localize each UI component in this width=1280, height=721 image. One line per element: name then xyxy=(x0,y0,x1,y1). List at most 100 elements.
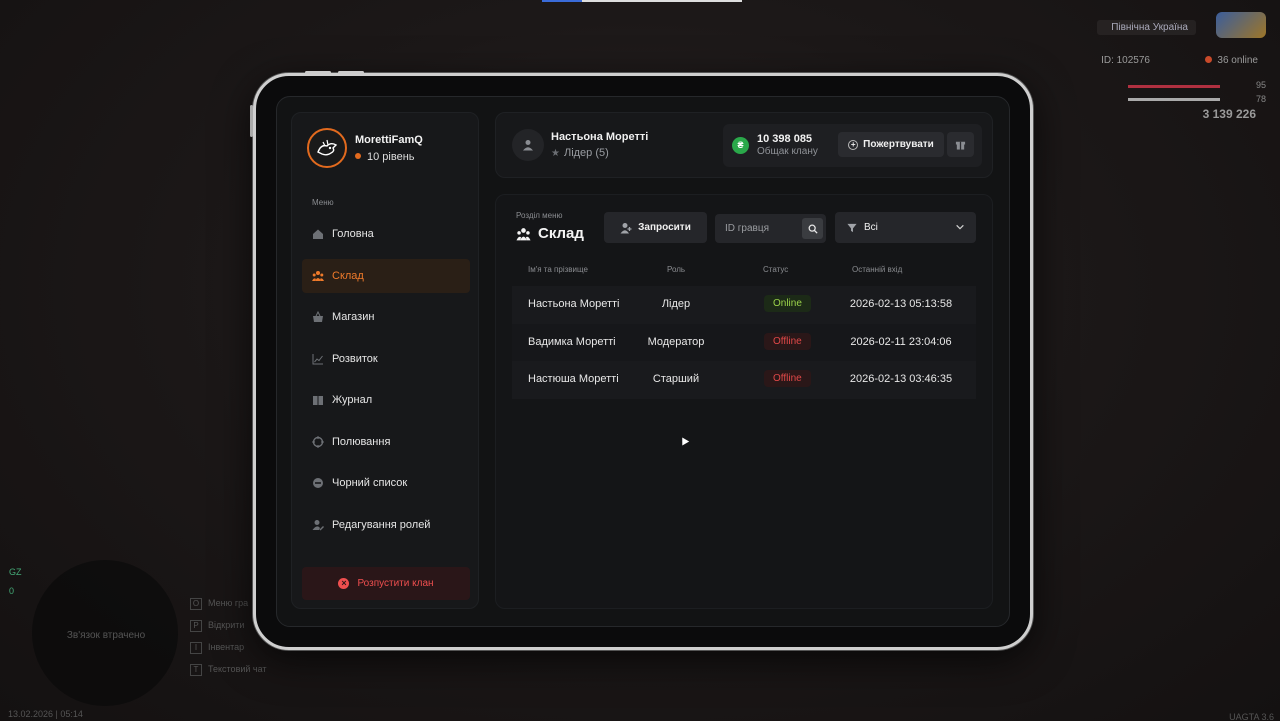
user-edit-icon xyxy=(312,519,324,531)
search-button[interactable] xyxy=(802,218,823,239)
close-circle-icon: × xyxy=(338,578,350,589)
donate-button[interactable]: + Пожертвувати xyxy=(838,132,944,157)
block-icon xyxy=(312,477,324,489)
hud-version: UAGTA 3.6 xyxy=(1229,712,1274,721)
coin-icon: ₴ xyxy=(732,137,749,154)
hud-gz-label: GZ xyxy=(9,567,22,577)
user-add-icon xyxy=(620,222,632,234)
sidebar-item-label: Склад xyxy=(332,269,364,282)
clan-name: MorettiFamQ xyxy=(355,134,423,146)
level-dot-icon xyxy=(355,153,361,159)
sidebar-item-journal[interactable]: Журнал xyxy=(302,383,470,417)
member-last-login: 2026-02-13 05:13:58 xyxy=(849,298,953,310)
keybind-key: O xyxy=(190,598,202,610)
user-icon xyxy=(523,140,533,151)
table-row[interactable]: Вадимка Моретті Модератор Offline 2026-0… xyxy=(512,323,976,361)
hud-health-bar xyxy=(1128,85,1220,88)
main-panel xyxy=(495,194,993,609)
crosshair-icon xyxy=(312,435,324,448)
status-badge: Offline xyxy=(764,332,811,350)
sidebar-item-label: Розвиток xyxy=(332,352,378,365)
invite-button[interactable]: Запросити xyxy=(604,212,707,243)
plus-circle-icon: + xyxy=(848,139,859,150)
keybind-label: Інвентар xyxy=(208,642,245,652)
tablet-volume-button xyxy=(338,71,364,74)
dissolve-clan-button[interactable]: × Розпустити клан xyxy=(302,567,470,600)
gift-button[interactable] xyxy=(947,132,974,157)
users-icon xyxy=(312,270,324,282)
user-role-text: Лідер (5) xyxy=(563,147,609,159)
hud-region: Північна Україна xyxy=(1097,20,1196,35)
hud-top-bar xyxy=(542,0,742,2)
keybind-label: Меню гра xyxy=(208,598,249,608)
tablet-volume-button xyxy=(305,71,331,74)
member-last-login: 2026-02-13 03:46:35 xyxy=(849,373,953,385)
tablet-power-button xyxy=(250,105,253,137)
user-name: Настьона Моретті xyxy=(551,131,649,143)
hud-player-id: ID: 102576 xyxy=(1101,55,1150,66)
hud-datetime: 13.02.2026 | 05:14 xyxy=(8,709,83,719)
sidebar-item-label: Магазин xyxy=(332,311,375,323)
sidebar-item-development[interactable]: Розвиток xyxy=(302,342,470,376)
clan-level-text: 10 рівень xyxy=(367,151,415,163)
dissolve-clan-label: Розпустити клан xyxy=(357,578,434,589)
keybind-row: T Текстовий чат xyxy=(190,658,267,680)
column-header-status: Статус xyxy=(763,265,789,274)
chart-icon xyxy=(312,353,324,365)
members-table: Настьона Моретті Лідер Online 2026-02-13… xyxy=(512,286,976,399)
hud-gz-count: 0 xyxy=(9,586,15,596)
clan-emblem-icon xyxy=(317,139,338,156)
player-id-search xyxy=(715,214,826,243)
clan-funds-label: Общак клану xyxy=(757,146,818,157)
sidebar-item-blacklist[interactable]: Чорний список xyxy=(302,466,470,500)
sidebar-item-shop[interactable]: Магазин xyxy=(302,300,470,334)
sidebar-item-label: Редагування ролей xyxy=(332,518,431,531)
member-role: Модератор xyxy=(647,335,705,348)
sidebar-menu: Головна Склад Магазин Розвиток Журнал По… xyxy=(302,217,470,549)
radar-status-text: Зв'язок втрачено xyxy=(66,630,146,641)
member-role: Старший xyxy=(652,373,700,385)
sidebar-item-label: Журнал xyxy=(332,394,373,406)
keybind-label: Відкрити xyxy=(208,620,245,630)
game-logo xyxy=(1216,12,1266,38)
status-badge: Offline xyxy=(764,370,811,387)
home-icon xyxy=(312,228,324,240)
member-name: Настюша Моретті xyxy=(528,373,619,385)
keybind-label: Текстовий чат xyxy=(208,664,267,674)
clan-logo xyxy=(307,128,347,168)
sidebar-item-label: Чорний список xyxy=(332,477,408,489)
keybind-row: I Інвентар xyxy=(190,636,267,658)
role-filter-select[interactable]: Всі xyxy=(835,212,976,243)
sidebar-item-roster[interactable]: Склад xyxy=(302,258,470,293)
sidebar-item-edit-roles[interactable]: Редагування ролей xyxy=(302,508,470,542)
user-avatar xyxy=(512,129,544,161)
status-badge: Online xyxy=(764,295,811,312)
user-role: ★ Лідер (5) xyxy=(551,147,609,159)
table-row[interactable]: Настьона Моретті Лідер Online 2026-02-13… xyxy=(512,286,976,324)
sidebar-item-label: Полювання xyxy=(332,435,391,448)
member-role: Лідер xyxy=(661,298,691,310)
sidebar-item-hunting[interactable]: Полювання xyxy=(302,425,470,459)
page-title: Склад xyxy=(516,225,584,242)
table-row[interactable]: Настюша Моретті Старший Offline 2026-02-… xyxy=(512,361,976,399)
section-caption: Розділ меню xyxy=(516,211,563,220)
hud-armor-value: 78 xyxy=(1255,94,1266,104)
sidebar-item-home[interactable]: Головна xyxy=(302,217,470,251)
sidebar-item-label: Головна xyxy=(332,228,374,240)
clan-funds-value: 10 398 085 xyxy=(757,133,813,145)
column-header-role: Роль xyxy=(667,265,686,274)
gift-icon xyxy=(955,141,966,150)
filter-icon xyxy=(847,223,857,233)
hud-money: 3 139 226 xyxy=(1202,107,1256,121)
hud-gz: GZ 0 xyxy=(9,563,22,601)
player-id-input[interactable] xyxy=(715,214,799,243)
hud-online-count: 36 online xyxy=(1205,55,1258,66)
menu-caption: Меню xyxy=(312,198,334,207)
book-icon xyxy=(312,394,324,406)
page-title-text: Склад xyxy=(538,225,584,242)
keybind-key: P xyxy=(190,620,202,632)
hud-health-value: 95 xyxy=(1255,80,1266,90)
users-icon xyxy=(516,227,531,241)
hud-armor-bar xyxy=(1128,98,1220,101)
column-header-name: Ім'я та прізвище xyxy=(528,265,588,274)
